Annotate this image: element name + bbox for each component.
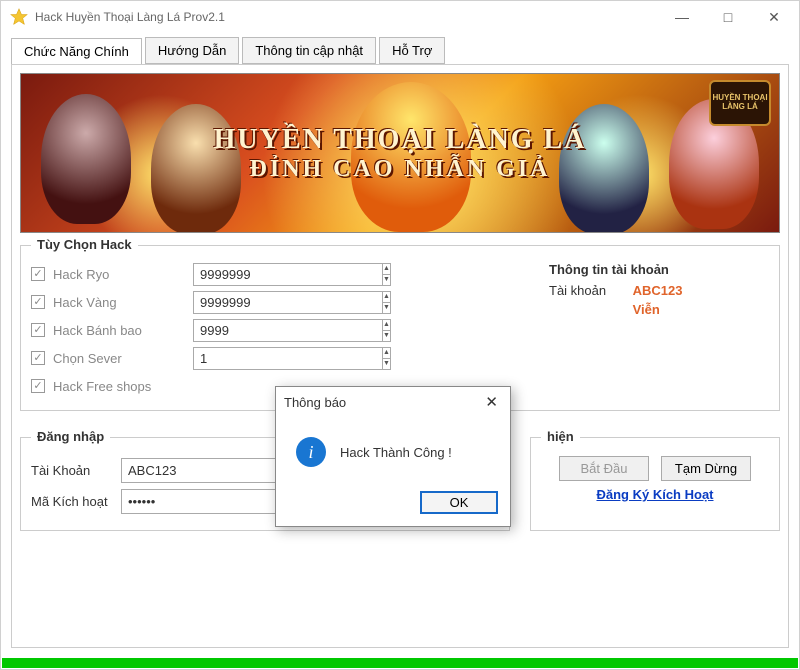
star-icon: [9, 7, 29, 27]
account-info: Thông tin tài khoản Tài khoản ABC123 Viễ…: [549, 260, 769, 400]
label-ryo: Hack Ryo: [53, 267, 193, 282]
execute-legend: hiện: [541, 429, 580, 444]
account-value: ABC123: [633, 283, 683, 298]
banner-title-1: HUYỀN THOẠI LÀNG LÁ: [214, 124, 587, 156]
window-title: Hack Huyền Thoại Làng Lá Prov2.1: [35, 10, 659, 24]
banner-title-2: ĐỈNH CAO NHẪN GIẢ: [249, 156, 550, 183]
hack-option-row: ✓ Hack Vàng ▲▼: [31, 288, 519, 316]
label-gold: Hack Vàng: [53, 295, 193, 310]
titlebar: Hack Huyền Thoại Làng Lá Prov2.1 — □ ✕: [1, 1, 799, 33]
tab-bar: Chức Năng Chính Hướng Dẫn Thông tin cập …: [1, 33, 799, 64]
checkbox-server[interactable]: ✓: [31, 351, 45, 365]
checkbox-freeshop[interactable]: ✓: [31, 379, 45, 393]
maximize-button[interactable]: □: [705, 2, 751, 32]
game-logo: HUYỀN THOẠI LÀNG LÁ: [709, 80, 771, 126]
label-server: Chọn Sever: [53, 351, 193, 366]
spinner-ryo[interactable]: ▲▼: [193, 263, 343, 286]
execute-group: hiện Bắt Đầu Tạm Dừng Đăng Ký Kích Hoạt: [530, 437, 780, 531]
info-icon: i: [296, 437, 326, 467]
account-info-header: Thông tin tài khoản: [549, 262, 769, 277]
label-freeshop: Hack Free shops: [53, 379, 193, 394]
dialog-ok-button[interactable]: OK: [420, 491, 498, 514]
register-link[interactable]: Đăng Ký Kích Hoạt: [541, 487, 769, 502]
down-icon[interactable]: ▼: [383, 331, 390, 341]
account-value2: Viễn: [633, 302, 660, 317]
up-icon[interactable]: ▲: [383, 320, 390, 331]
spinner-server[interactable]: ▲▼: [193, 347, 253, 370]
tab-content: HUYỀN THOẠI LÀNG LÁ HUYỀN THOẠI LÀNG LÁ …: [11, 64, 789, 648]
checkbox-bun[interactable]: ✓: [31, 323, 45, 337]
hack-options-legend: Tùy Chọn Hack: [31, 237, 138, 252]
dialog-title: Thông báo: [284, 395, 346, 410]
checkbox-ryo[interactable]: ✓: [31, 267, 45, 281]
message-dialog: Thông báo ✕ i Hack Thành Công ! OK: [275, 386, 511, 527]
close-button[interactable]: ✕: [751, 2, 797, 32]
minimize-button[interactable]: —: [659, 2, 705, 32]
banner-image: HUYỀN THOẠI LÀNG LÁ HUYỀN THOẠI LÀNG LÁ …: [20, 73, 780, 233]
down-icon[interactable]: ▼: [383, 359, 390, 369]
down-icon[interactable]: ▼: [383, 303, 390, 313]
hack-option-row: ✓ Chọn Sever ▲▼: [31, 344, 519, 372]
down-icon[interactable]: ▼: [383, 275, 390, 285]
dialog-close-button[interactable]: ✕: [481, 393, 502, 411]
label-bun: Hack Bánh bao: [53, 323, 193, 338]
hack-option-row: ✓ Hack Bánh bao ▲▼: [31, 316, 519, 344]
account-label: Tài khoản: [549, 283, 629, 298]
up-icon[interactable]: ▲: [383, 264, 390, 275]
pause-button[interactable]: Tạm Dừng: [661, 456, 751, 481]
input-server[interactable]: [193, 347, 383, 370]
input-bun[interactable]: [193, 319, 383, 342]
hack-option-row: ✓ Hack Ryo ▲▼: [31, 260, 519, 288]
progress-bar: [2, 658, 798, 668]
tab-updates[interactable]: Thông tin cập nhật: [242, 37, 376, 64]
account-field-label: Tài Khoản: [31, 463, 113, 478]
spinner-gold[interactable]: ▲▼: [193, 291, 343, 314]
tab-main[interactable]: Chức Năng Chính: [11, 38, 142, 65]
tab-guide[interactable]: Hướng Dẫn: [145, 37, 240, 64]
key-input[interactable]: [121, 489, 281, 514]
checkbox-gold[interactable]: ✓: [31, 295, 45, 309]
input-gold[interactable]: [193, 291, 383, 314]
spinner-bun[interactable]: ▲▼: [193, 319, 273, 342]
account-input[interactable]: [121, 458, 281, 483]
up-icon[interactable]: ▲: [383, 292, 390, 303]
key-field-label: Mã Kích hoạt: [31, 494, 113, 509]
input-ryo[interactable]: [193, 263, 383, 286]
tab-support[interactable]: Hỗ Trợ: [379, 37, 445, 64]
app-window: Hack Huyền Thoại Làng Lá Prov2.1 — □ ✕ C…: [0, 0, 800, 670]
dialog-message: Hack Thành Công !: [340, 445, 452, 460]
start-button[interactable]: Bắt Đầu: [559, 456, 649, 481]
login-legend: Đăng nhập: [31, 429, 110, 444]
up-icon[interactable]: ▲: [383, 348, 390, 359]
